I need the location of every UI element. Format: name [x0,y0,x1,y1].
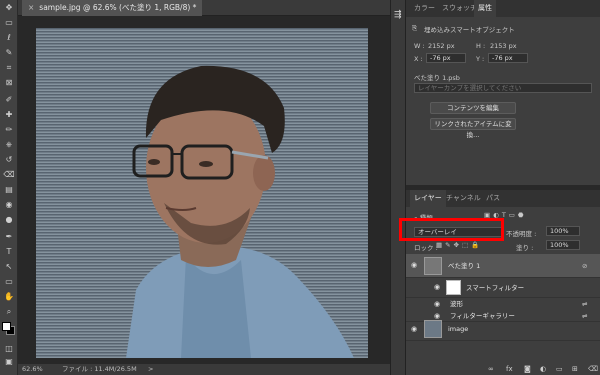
filter-options-icon[interactable]: ⇌ [582,300,587,308]
image-canvas[interactable] [36,28,368,358]
smart-filter-link-icon[interactable]: ⊘ [582,262,587,270]
height-label: H : [476,42,486,50]
document-tab[interactable]: × sample.jpg @ 62.6% (べた塗り 1, RGB/8) * [22,0,203,16]
smart-object-thumbnail [424,257,442,275]
trash-icon[interactable]: ⌫ [588,365,598,373]
visibility-eye-icon[interactable]: ◉ [434,283,440,291]
fx-icon[interactable]: fx [506,365,513,373]
tools-panel: ✥ ▭ ℓ ✎ ⌗ ⊠ ✐ ✚ ✏ ⎈ ↺ ⌫ ▤ ◉ ● ✒ T ↖ ▭ ✋ … [0,0,18,375]
tab-color[interactable]: カラー [410,0,439,17]
layers-tabs: レイヤー チャンネル パス [406,190,600,207]
layer-fill-1[interactable]: ◉ べた塗り 1 ⊘ [406,254,600,278]
x-position-field[interactable]: -76 px [426,53,466,63]
crop-icon[interactable]: ⌗ [3,64,15,72]
screen-mode-icon[interactable]: ▣ [3,358,15,366]
status-menu-arrow[interactable]: > [148,364,153,375]
height-value[interactable]: 2153 px [490,42,517,50]
photoshop-window: ✥ ▭ ℓ ✎ ⌗ ⊠ ✐ ✚ ✏ ⎈ ↺ ⌫ ▤ ◉ ● ✒ T ↖ ▭ ✋ … [0,0,600,375]
layer-smart-filter[interactable]: ◉ スマートフィルター [406,278,600,298]
hand-icon[interactable]: ✋ [3,293,15,301]
visibility-eye-icon[interactable]: ◉ [434,300,440,308]
blur-icon[interactable]: ◉ [3,201,15,209]
object-type-label: 埋め込みスマートオブジェクト [424,26,515,34]
portrait-photo [126,65,354,358]
collapsed-panel-dock: ⇶ [390,0,406,375]
history-panel-icon[interactable]: ⇶ [394,10,404,20]
lock-label: ロック : [414,244,438,252]
add-mask-icon[interactable]: ◙ [524,365,531,373]
quick-mask-icon[interactable]: ◫ [3,345,15,353]
blend-mode-highlight [399,218,504,241]
layer-comp-select[interactable]: レイヤーカンプを選択してください [414,83,592,93]
frame-icon[interactable]: ⊠ [3,79,15,87]
visibility-eye-icon[interactable]: ◉ [411,325,417,333]
filter-mask-thumbnail [446,280,461,295]
image-thumbnail [424,320,442,338]
layer-name: 波形 [450,300,463,308]
opacity-field[interactable]: 100% [546,226,580,236]
fill-field[interactable]: 100% [546,240,580,250]
type-icon[interactable]: T [3,248,15,256]
foreground-color-swatch[interactable] [2,322,11,331]
lock-icons[interactable]: ▦✎✥⬚🔒 [436,241,482,249]
width-label: W : [414,42,425,50]
tab-layers[interactable]: レイヤー [410,190,446,207]
zoom-icon[interactable]: ⌕ [3,308,15,316]
layer-name: image [448,325,469,333]
adjustment-layer-icon[interactable]: ◐ [540,365,546,373]
tab-paths[interactable]: パス [482,190,504,207]
pen-icon[interactable]: ✒ [3,233,15,241]
shape-icon[interactable]: ▭ [3,278,15,286]
y-position-field[interactable]: -76 px [488,53,528,63]
quick-select-icon[interactable]: ✎ [3,49,15,57]
source-file-name: べた塗り 1.psb [414,74,460,82]
close-tab-icon[interactable]: × [28,3,34,12]
smart-object-icon: ⎘ [412,24,418,32]
path-select-icon[interactable]: ↖ [3,263,15,271]
dodge-icon[interactable]: ● [3,216,15,224]
document-tab-title: sample.jpg @ 62.6% (べた塗り 1, RGB/8) * [39,3,197,12]
convert-to-linked-button[interactable]: リンクされたアイテムに変換... [430,118,516,139]
canvas-area[interactable] [18,16,390,364]
stamp-icon[interactable]: ⎈ [3,141,15,149]
brush-icon[interactable]: ✏ [3,126,15,134]
properties-panel: カラー スウォッチ 属性 ⎘ 埋め込みスマートオブジェクト W : 2152 p… [406,0,600,185]
marquee-icon[interactable]: ▭ [3,19,15,27]
status-bar: 62.6% ファイル : 11.4M/26.5M > [18,364,390,375]
properties-tabs: カラー スウォッチ 属性 [406,0,600,17]
opacity-label: 不透明度 : [506,230,537,238]
edit-contents-button[interactable]: コンテンツを編集 [430,102,516,114]
eyedropper-icon[interactable]: ✐ [3,96,15,104]
fill-label: 塗り : [516,244,534,252]
history-brush-icon[interactable]: ↺ [3,156,15,164]
gradient-icon[interactable]: ▤ [3,186,15,194]
layer-image[interactable]: ◉ image [406,317,600,341]
tab-properties[interactable]: 属性 [474,0,496,17]
lasso-icon[interactable]: ℓ [3,34,15,42]
layer-name: べた塗り 1 [448,262,481,270]
link-layers-icon[interactable]: ∞ [488,365,494,373]
layer-name: スマートフィルター [466,284,525,292]
x-label: X : [414,55,423,63]
file-size-info: ファイル : 11.4M/26.5M [62,365,137,373]
eraser-icon[interactable]: ⌫ [3,171,15,179]
spot-heal-icon[interactable]: ✚ [3,111,15,119]
move-icon[interactable]: ✥ [3,4,15,12]
width-value[interactable]: 2152 px [428,42,455,50]
layer-filter-wave[interactable]: ◉ 波形 ⇌ [406,298,600,310]
zoom-level[interactable]: 62.6% [22,364,43,375]
visibility-eye-icon[interactable]: ◉ [411,261,417,269]
new-layer-icon[interactable]: ⊞ [572,365,578,373]
tab-channels[interactable]: チャンネル [442,190,485,207]
y-label: Y : [476,55,485,63]
new-group-icon[interactable]: ▭ [556,365,563,373]
document-tab-bar: × sample.jpg @ 62.6% (べた塗り 1, RGB/8) * [18,0,390,16]
